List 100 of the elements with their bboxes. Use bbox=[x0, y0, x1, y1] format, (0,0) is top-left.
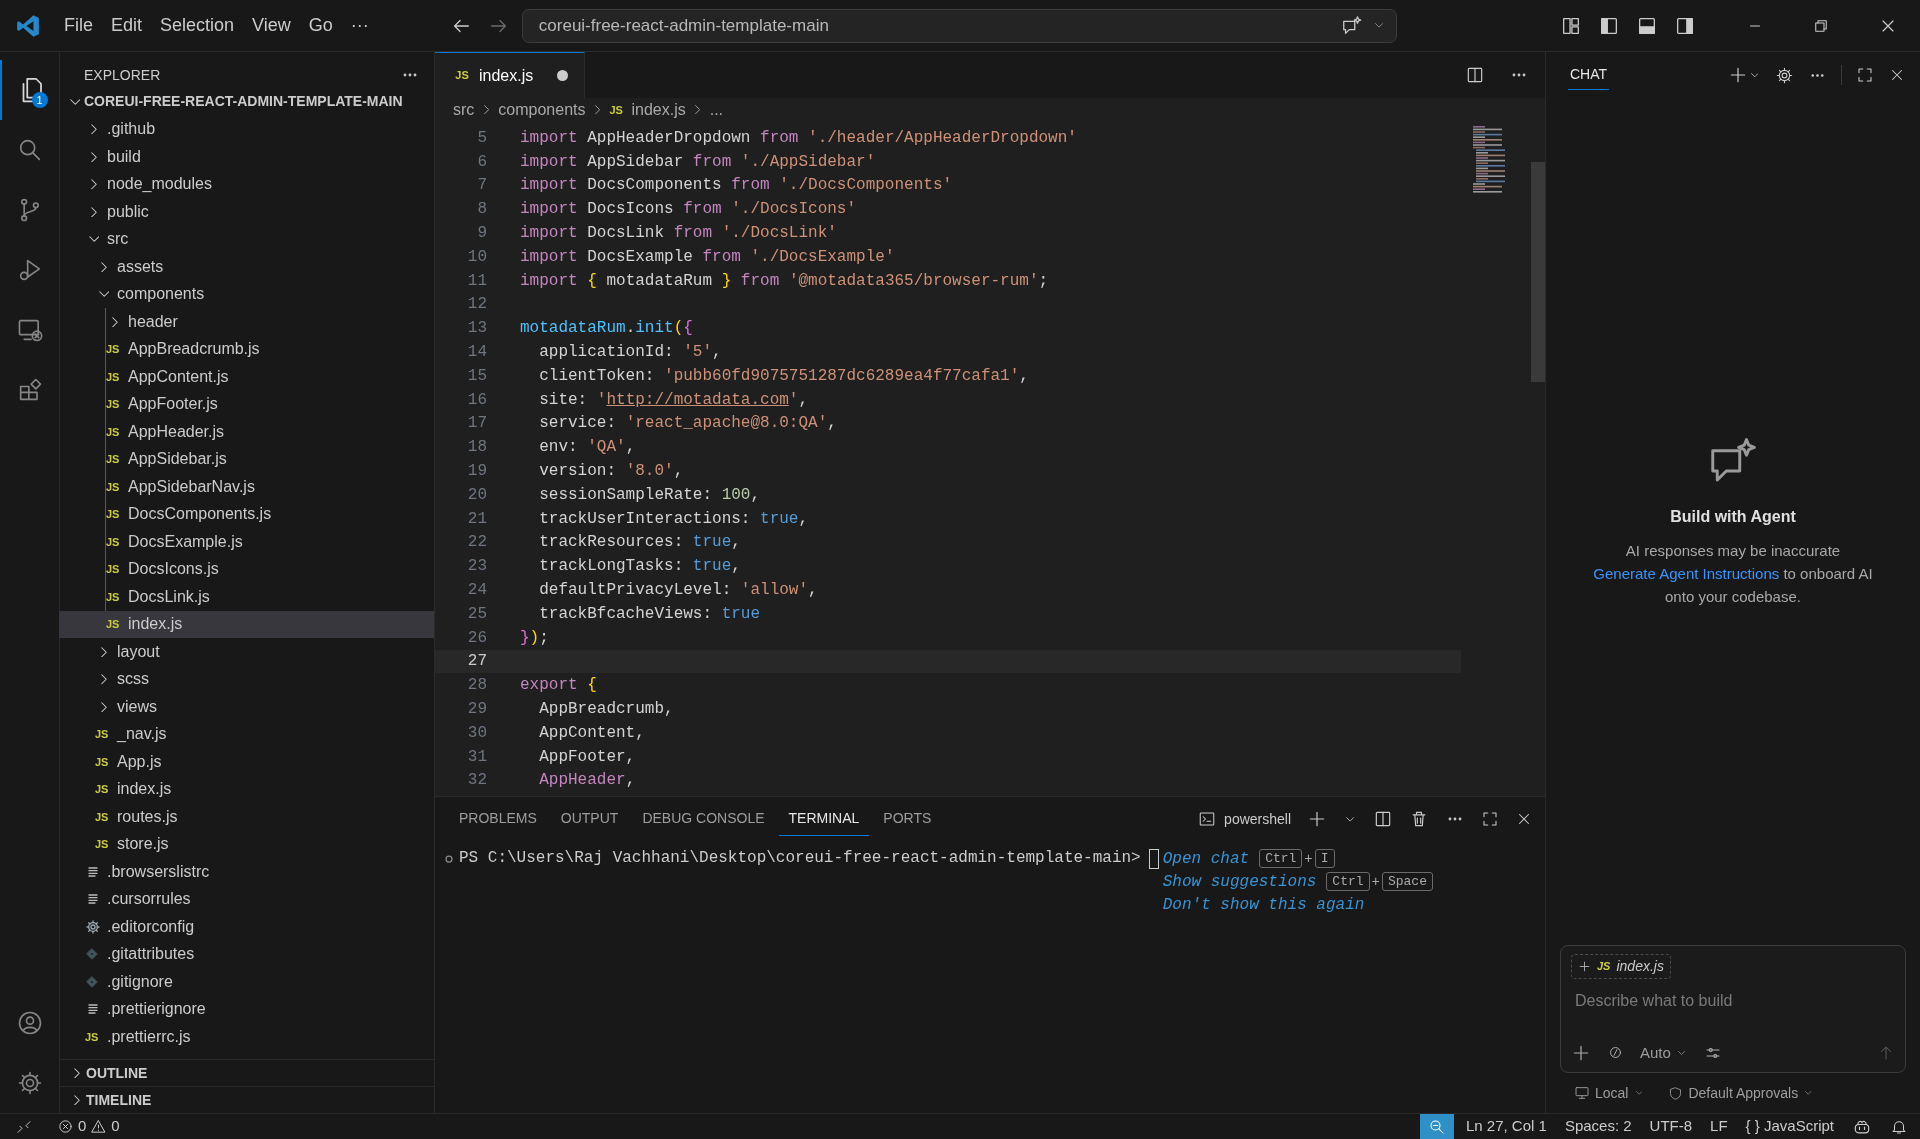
breadcrumb-item[interactable]: src bbox=[453, 98, 475, 122]
chat-tab[interactable]: CHAT bbox=[1568, 60, 1610, 90]
tree-entry[interactable]: .gitattributes bbox=[60, 940, 434, 968]
tree-entry[interactable]: JS DocsComponents.js bbox=[59, 500, 434, 528]
caret-icon bbox=[1805, 1091, 1812, 1095]
context-file-chip[interactable]: JS index.js bbox=[1571, 954, 1671, 979]
tree-folder[interactable]: .github bbox=[60, 115, 434, 143]
line-number: 32 bbox=[466, 771, 487, 790]
tree-entry[interactable]: JS routes.js bbox=[59, 803, 434, 831]
line-number: 14 bbox=[466, 343, 487, 362]
tree-entry[interactable]: JS _nav.js bbox=[59, 720, 434, 748]
hint-link[interactable]: Open chat bbox=[1162, 849, 1250, 868]
menu-item[interactable]: File bbox=[55, 8, 102, 43]
tree-folder[interactable]: assets bbox=[59, 253, 434, 281]
tree-folder[interactable]: public bbox=[60, 198, 434, 226]
code-line: trackBfcacheViews: true bbox=[538, 604, 761, 623]
hint-link[interactable]: Don't show this again bbox=[1162, 895, 1365, 914]
panel-tab[interactable]: TERMINAL bbox=[778, 802, 870, 836]
tree-entry[interactable]: JS AppFooter.js bbox=[59, 390, 434, 418]
line-number: 12 bbox=[466, 295, 487, 314]
breadcrumb-item[interactable]: JS index.js bbox=[609, 98, 686, 122]
caret-icon[interactable] bbox=[1374, 23, 1383, 28]
tree-entry[interactable]: JS AppSidebar.js bbox=[59, 445, 434, 473]
instructions-link[interactable]: Generate Agent Instructions bbox=[1593, 564, 1780, 582]
tree-entry[interactable]: JS App.js bbox=[59, 748, 434, 776]
hint-link[interactable]: Show suggestions bbox=[1162, 872, 1317, 891]
split-terminal-icon[interactable] bbox=[1373, 809, 1393, 829]
tree-entry[interactable]: .gitignore bbox=[60, 968, 434, 996]
approvals-dropdown[interactable]: Default Approvals bbox=[1668, 1082, 1815, 1104]
cursor-position[interactable]: Ln 27, Col 1 bbox=[1454, 1113, 1556, 1139]
js-file-icon: JS bbox=[106, 451, 128, 468]
chat-input-box[interactable]: JS index.js Describe what to build Auto bbox=[1560, 945, 1906, 1073]
maximize-icon[interactable] bbox=[1856, 66, 1874, 84]
terminal-shell-label[interactable]: powershell bbox=[1198, 808, 1292, 830]
tree-entry[interactable]: .prettierignore bbox=[60, 995, 434, 1023]
chevron-icon bbox=[91, 151, 97, 162]
tree-folder[interactable]: components bbox=[59, 280, 434, 308]
tree-entry[interactable]: JS index.js bbox=[59, 610, 434, 638]
tree-entry[interactable]: JS AppContent.js bbox=[59, 363, 434, 391]
caret-icon[interactable] bbox=[1750, 72, 1759, 78]
section-header[interactable]: OUTLINE bbox=[60, 1059, 434, 1086]
tree-entry[interactable]: .editorconfig bbox=[60, 913, 434, 941]
menu-item[interactable]: Go bbox=[299, 8, 342, 43]
tree-entry[interactable]: JS DocsLink.js bbox=[59, 583, 434, 611]
tree-folder[interactable]: build bbox=[60, 143, 434, 171]
panel-tab[interactable]: DEBUG CONSOLE bbox=[632, 802, 775, 836]
panel-tab[interactable]: PORTS bbox=[873, 802, 942, 836]
language-status[interactable]: { } JavaScript bbox=[1736, 1113, 1843, 1139]
menu-item[interactable]: Edit bbox=[102, 8, 152, 43]
panel-tab[interactable]: PROBLEMS bbox=[449, 802, 547, 836]
tree-folder[interactable]: header bbox=[59, 308, 434, 336]
plus-icon[interactable] bbox=[1728, 65, 1748, 85]
caret-icon[interactable] bbox=[1345, 816, 1355, 822]
mode-dropdown[interactable]: Auto bbox=[1640, 1041, 1688, 1064]
line-number: 23 bbox=[466, 557, 487, 576]
tree-entry[interactable]: JS store.js bbox=[59, 830, 434, 858]
split-editor-icon[interactable] bbox=[1465, 65, 1485, 85]
indentation-status[interactable]: Spaces: 2 bbox=[1555, 1113, 1641, 1139]
tree-entry[interactable]: JS AppBreadcrumb.js bbox=[59, 335, 434, 363]
zoom-button[interactable] bbox=[1420, 1113, 1454, 1139]
editor-tab[interactable]: JS index.js bbox=[435, 52, 585, 98]
problems-status[interactable]: 0 0 bbox=[48, 1113, 129, 1139]
tree-entry[interactable]: JS .prettierrc.js bbox=[60, 1023, 434, 1051]
breadcrumb-item[interactable]: ... bbox=[709, 98, 724, 122]
tree-folder[interactable]: scss bbox=[59, 665, 434, 693]
tree-folder[interactable]: views bbox=[59, 693, 434, 721]
command-center[interactable]: coreui-free-react-admin-template-main bbox=[521, 8, 1397, 43]
chat-sparkle-icon[interactable] bbox=[1340, 14, 1363, 37]
settings-icon[interactable] bbox=[1775, 65, 1794, 85]
tree-folder[interactable]: layout bbox=[59, 638, 434, 666]
line-number: 31 bbox=[466, 747, 487, 766]
breadcrumb-item[interactable]: components bbox=[498, 98, 586, 122]
tree-entry[interactable]: .browserslistrc bbox=[60, 858, 434, 886]
location-dropdown[interactable]: Local bbox=[1574, 1082, 1645, 1104]
monitor-icon bbox=[1574, 1085, 1590, 1101]
chevron-icon bbox=[98, 291, 110, 298]
code-line: applicationId: '5', bbox=[538, 343, 722, 362]
tree-entry[interactable]: .cursorrules bbox=[60, 885, 434, 913]
tree-entry[interactable]: JS AppHeader.js bbox=[59, 418, 434, 446]
tree-root-item[interactable]: COREUI-FREE-REACT-ADMIN-TEMPLATE-MAIN bbox=[60, 88, 434, 116]
maximize-icon[interactable] bbox=[1481, 810, 1499, 828]
js-file-icon: JS bbox=[106, 561, 128, 578]
line-number: 28 bbox=[466, 676, 487, 695]
tree-folder[interactable]: node_modules bbox=[60, 170, 434, 198]
menu-item[interactable]: View bbox=[243, 8, 300, 43]
tree-entry[interactable]: JS DocsExample.js bbox=[59, 528, 434, 556]
tree-entry[interactable]: JS AppSidebarNav.js bbox=[59, 473, 434, 501]
encoding-status[interactable]: UTF-8 bbox=[1640, 1113, 1702, 1139]
tree-entry[interactable]: JS DocsIcons.js bbox=[59, 555, 434, 583]
line-ending-status[interactable]: LF bbox=[1701, 1113, 1737, 1139]
scrollbar-thumb[interactable] bbox=[1531, 162, 1545, 382]
tree-folder[interactable]: src bbox=[60, 225, 434, 253]
js-file-icon: JS bbox=[106, 616, 128, 633]
code-line: trackLongTasks: true, bbox=[538, 557, 741, 576]
terminal-icon bbox=[1198, 810, 1217, 828]
remote-icon[interactable] bbox=[16, 1118, 32, 1135]
panel-tab[interactable]: OUTPUT bbox=[550, 802, 629, 836]
menu-item[interactable]: ··· bbox=[341, 8, 378, 43]
menu-item[interactable]: Selection bbox=[151, 8, 244, 43]
tree-entry[interactable]: JS index.js bbox=[59, 775, 434, 803]
